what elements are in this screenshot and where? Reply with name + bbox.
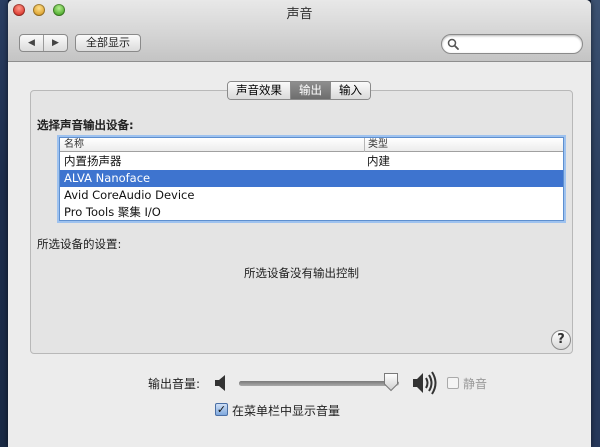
mute-checkbox[interactable]	[447, 377, 459, 389]
table-row[interactable]: Avid CoreAudio Device	[60, 187, 563, 204]
device-name: Pro Tools 聚集 I/O	[64, 205, 161, 219]
back-button[interactable]: ◀	[20, 35, 44, 51]
select-output-device-label: 选择声音输出设备:	[37, 118, 134, 132]
output-device-table[interactable]: 名称 类型 内置扬声器 内建 ALVA Nanoface Avid CoreAu…	[59, 137, 564, 221]
speaker-high-icon	[413, 371, 437, 395]
volume-slider-fill	[239, 381, 391, 386]
window-title: 声音	[286, 7, 313, 22]
device-type: 内建	[367, 154, 390, 168]
table-row[interactable]: 内置扬声器 内建	[60, 153, 563, 170]
device-name: ALVA Nanoface	[64, 171, 151, 185]
show-all-button[interactable]: 全部显示	[75, 34, 141, 52]
desktop-background-right	[591, 0, 600, 447]
output-volume-label: 输出音量:	[148, 377, 201, 391]
window-titlebar: 声音 ◀ ▶ 全部显示	[8, 0, 591, 62]
volume-slider-knob[interactable]	[383, 372, 399, 392]
tab-output[interactable]: 输出	[291, 82, 331, 99]
pane-tabs: 声音效果 输出 输入	[227, 81, 371, 100]
table-row[interactable]: ALVA Nanoface	[60, 170, 563, 187]
help-button[interactable]: ?	[551, 330, 571, 350]
device-name: Avid CoreAudio Device	[64, 188, 195, 202]
device-settings-label: 所选设备的设置:	[37, 237, 122, 251]
search-field[interactable]	[441, 34, 583, 54]
sound-preferences-window: 声音 ◀ ▶ 全部显示 声音效果 输出 输入 选择声音输出设备: 名称 类型 内…	[8, 0, 591, 447]
table-row[interactable]: Pro Tools 聚集 I/O	[60, 204, 563, 221]
back-forward-control: ◀ ▶	[19, 34, 68, 52]
forward-button[interactable]: ▶	[44, 35, 67, 51]
column-header-name[interactable]: 名称	[64, 138, 84, 151]
search-input[interactable]	[462, 37, 577, 51]
show-volume-in-menubar-checkbox[interactable]: ✓	[215, 403, 228, 416]
tab-sound-effects[interactable]: 声音效果	[228, 82, 291, 99]
device-name: 内置扬声器	[64, 154, 122, 168]
output-panel: 选择声音输出设备: 名称 类型 内置扬声器 内建 ALVA Nanoface A…	[30, 90, 573, 354]
forward-arrow-icon: ▶	[52, 38, 59, 48]
show-volume-in-menubar-label: 在菜单栏中显示音量	[232, 404, 341, 418]
search-icon	[447, 38, 459, 50]
tab-input[interactable]: 输入	[331, 82, 370, 99]
mute-label: 静音	[463, 377, 488, 391]
desktop-background-left	[0, 0, 8, 447]
column-header-type[interactable]: 类型	[364, 138, 388, 152]
no-controls-message: 所选设备没有输出控制	[244, 266, 359, 280]
back-arrow-icon: ◀	[28, 38, 35, 48]
table-header: 名称 类型	[60, 138, 563, 152]
speaker-low-icon	[215, 375, 225, 391]
